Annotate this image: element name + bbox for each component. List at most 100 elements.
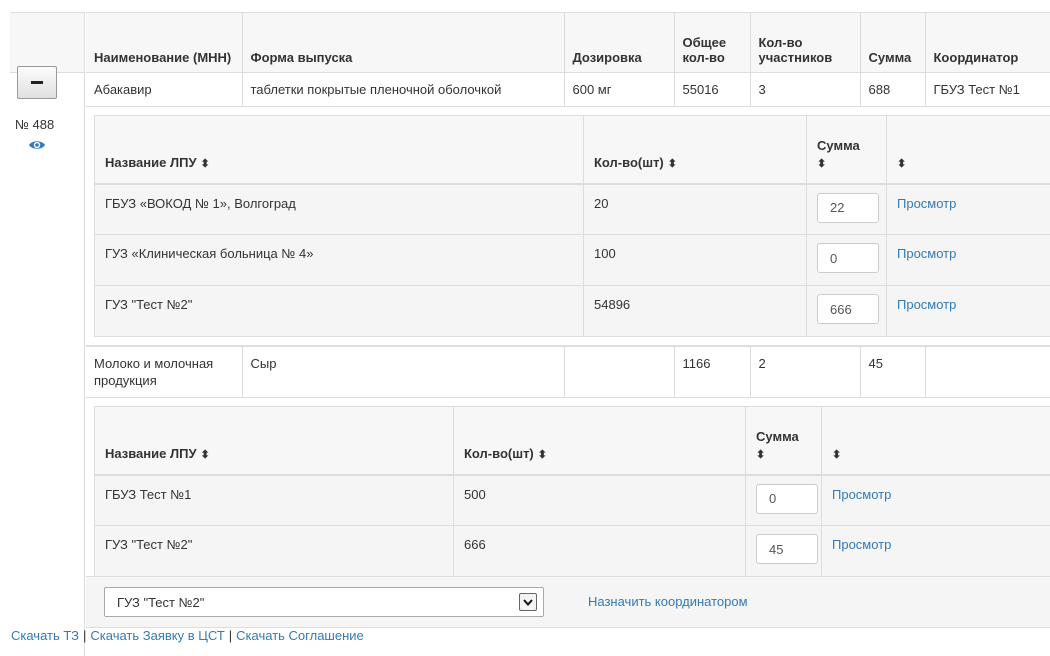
lpu-actions: Просмотр <box>886 183 1050 235</box>
sort-icon: ⬍ <box>756 448 766 461</box>
view-link[interactable]: Просмотр <box>897 246 956 261</box>
left-column-header <box>10 13 84 73</box>
view-link[interactable]: Просмотр <box>897 196 956 211</box>
sort-icon: ⬍ <box>200 157 210 170</box>
item-form: таблетки покрытые пленочной оболочкой <box>242 72 565 107</box>
sort-icon: ⬍ <box>832 448 842 461</box>
lpu-qty: 500 <box>453 474 746 526</box>
lpu-actions: Просмотр <box>886 234 1050 286</box>
lpu-name: ГУЗ «Клиническая больница № 4» <box>94 234 584 286</box>
sort-icon: ⬍ <box>817 157 827 170</box>
sum-input[interactable] <box>817 294 879 324</box>
lpu-actions: Просмотр <box>821 474 1050 526</box>
lpu-header-sum-label: Сумма <box>817 137 860 153</box>
lpu-header-qty[interactable]: Кол-во(шт) ⬍ <box>583 115 807 185</box>
item-dose: 600 мг <box>564 72 675 107</box>
coordinator-select[interactable]: ГУЗ "Тест №2" <box>104 587 544 617</box>
lpu-subtable-wrap: Название ЛПУ ⬍ Кол-во(шт) ⬍ Сумма ⬍ ⬍ ГБУЗ … <box>86 398 1050 585</box>
lpu-qty: 100 <box>583 234 807 286</box>
view-link[interactable]: Просмотр <box>832 537 891 552</box>
download-agreement-link[interactable]: Скачать Соглашение <box>236 628 364 643</box>
sum-input[interactable] <box>756 483 818 514</box>
lpu-header-qty-label: Кол-во(шт) <box>464 445 534 461</box>
minus-icon <box>31 81 43 84</box>
sort-icon: ⬍ <box>537 448 547 461</box>
lpu-header-sum[interactable]: Сумма ⬍ <box>745 406 822 476</box>
lpu-name: ГБУЗ «ВОКОД № 1», Волгоград <box>94 183 584 235</box>
lpu-header-name-label: Название ЛПУ <box>105 154 197 170</box>
lpu-subtable-wrap: Название ЛПУ ⬍ Кол-во(шт) ⬍ Сумма ⬍ ⬍ ГБУЗ … <box>86 107 1050 346</box>
separator: | <box>228 628 233 643</box>
main-content: Наименование (МНН) Форма выпуска Дозиров… <box>86 12 1050 628</box>
coordinator-select-value: ГУЗ "Тест №2" <box>117 595 205 610</box>
item-participants: 2 <box>750 346 861 398</box>
lpu-sum-cell <box>745 525 822 577</box>
chevron-down-icon[interactable] <box>519 593 537 611</box>
lpu-row: ГУЗ «Клиническая больница № 4» 100 Просм… <box>94 234 1050 286</box>
lpu-header-row: Название ЛПУ ⬍ Кол-во(шт) ⬍ Сумма ⬍ ⬍ <box>94 406 1050 476</box>
lpu-name: ГБУЗ Тест №1 <box>94 474 454 526</box>
sum-input[interactable] <box>756 534 818 564</box>
item-row: Абакавир таблетки покрытые пленочной обо… <box>86 72 1050 107</box>
item-coordinator <box>925 346 1050 398</box>
separator: | <box>83 628 87 643</box>
lpu-row: ГУЗ "Тест №2" 54896 Просмотр <box>94 285 1050 337</box>
sort-icon: ⬍ <box>667 157 677 170</box>
lpu-subtable: Название ЛПУ ⬍ Кол-во(шт) ⬍ Сумма ⬍ ⬍ ГБУЗ … <box>94 115 1050 337</box>
lpu-row: ГБУЗ Тест №1 500 Просмотр <box>94 474 1050 526</box>
lpu-header-actions[interactable]: ⬍ <box>821 406 1050 476</box>
item-form: Сыр <box>242 346 565 398</box>
lpu-header-name[interactable]: Название ЛПУ ⬍ <box>94 406 454 476</box>
lpu-header-name[interactable]: Название ЛПУ ⬍ <box>94 115 584 185</box>
items-header-row: Наименование (МНН) Форма выпуска Дозиров… <box>86 12 1050 73</box>
header-form: Форма выпуска <box>242 12 565 73</box>
header-coordinator: Координатор <box>925 12 1050 73</box>
collapse-button[interactable] <box>17 66 57 99</box>
lpu-name: ГУЗ "Тест №2" <box>94 285 584 337</box>
sum-input[interactable] <box>817 192 879 223</box>
header-name: Наименование (МНН) <box>86 12 243 73</box>
lpu-actions: Просмотр <box>886 285 1050 337</box>
item-sum: 688 <box>860 72 926 107</box>
lpu-row: ГБУЗ «ВОКОД № 1», Волгоград 20 Просмотр <box>94 183 1050 235</box>
lpu-header-name-label: Название ЛПУ <box>105 445 197 461</box>
lpu-name: ГУЗ "Тест №2" <box>94 525 454 577</box>
sort-icon: ⬍ <box>200 448 210 461</box>
lpu-header-sum-label: Сумма <box>756 428 799 444</box>
lpu-sum-cell <box>745 474 822 526</box>
eye-icon[interactable] <box>28 138 46 152</box>
download-request-link[interactable]: Скачать Заявку в ЦСТ <box>90 628 224 643</box>
left-column <box>10 12 85 656</box>
download-tz-link[interactable]: Скачать ТЗ <box>11 628 79 643</box>
lpu-qty: 666 <box>453 525 746 577</box>
lpu-header-qty-label: Кол-во(шт) <box>594 154 664 170</box>
header-sum: Сумма <box>860 12 926 73</box>
header-participants: Кол-во участников <box>750 12 861 73</box>
lpu-subtable: Название ЛПУ ⬍ Кол-во(шт) ⬍ Сумма ⬍ ⬍ ГБУЗ … <box>94 406 1050 577</box>
sort-icon: ⬍ <box>897 157 907 170</box>
item-dose <box>564 346 675 398</box>
assign-coordinator-link[interactable]: Назначить координатором <box>588 594 748 609</box>
lpu-header-row: Название ЛПУ ⬍ Кол-во(шт) ⬍ Сумма ⬍ ⬍ <box>94 115 1050 185</box>
downloads-bar: Скачать ТЗ | Скачать Заявку в ЦСТ | Скачать … <box>11 628 364 643</box>
coordinator-bar: ГУЗ "Тест №2" Назначить координатором <box>86 576 1050 628</box>
header-total: Общее кол-во <box>674 12 751 73</box>
lpu-sum-cell <box>806 183 887 235</box>
item-sum: 45 <box>860 346 926 398</box>
lpu-header-actions[interactable]: ⬍ <box>886 115 1050 185</box>
view-link[interactable]: Просмотр <box>832 487 891 502</box>
lpu-qty: 20 <box>583 183 807 235</box>
view-link[interactable]: Просмотр <box>897 297 956 312</box>
lpu-header-qty[interactable]: Кол-во(шт) ⬍ <box>453 406 746 476</box>
sum-input[interactable] <box>817 243 879 273</box>
item-name: Абакавир <box>86 72 243 107</box>
item-total: 55016 <box>674 72 751 107</box>
lpu-row: ГУЗ "Тест №2" 666 Просмотр <box>94 525 1050 577</box>
item-detail-row: Название ЛПУ ⬍ Кол-во(шт) ⬍ Сумма ⬍ ⬍ ГБУЗ … <box>86 398 1050 586</box>
item-detail-row: Название ЛПУ ⬍ Кол-во(шт) ⬍ Сумма ⬍ ⬍ ГБУЗ … <box>86 106 1050 347</box>
lpu-actions: Просмотр <box>821 525 1050 577</box>
order-number: № 488 <box>15 117 55 132</box>
lpu-header-sum[interactable]: Сумма ⬍ <box>806 115 887 185</box>
item-coordinator: ГБУЗ Тест №1 <box>925 72 1050 107</box>
item-total: 1166 <box>674 346 751 398</box>
